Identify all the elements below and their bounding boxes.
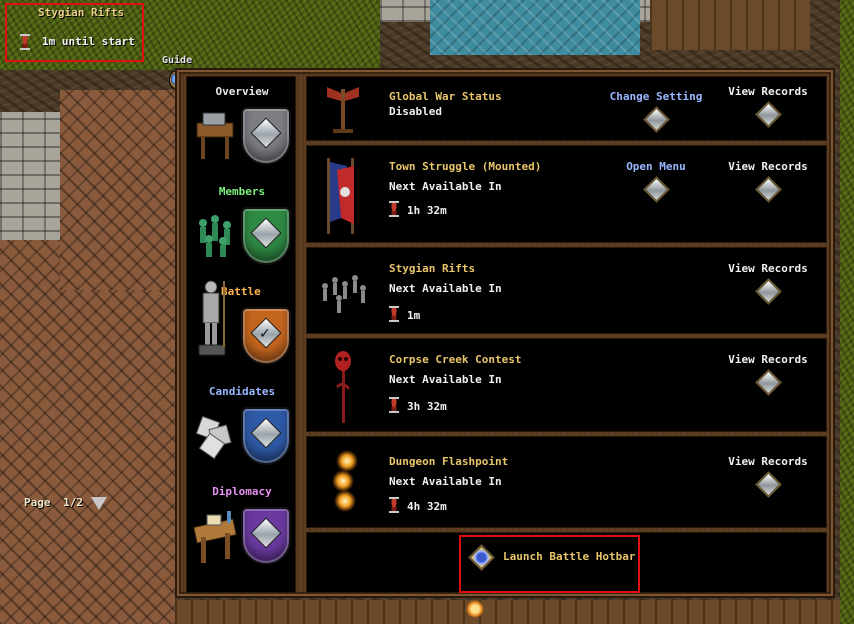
skull-staff-icon xyxy=(317,347,369,427)
diamond-button-icon[interactable] xyxy=(642,176,670,203)
banner-axe-icon xyxy=(317,79,369,139)
launch-battle-hotbar-button[interactable]: Launch Battle Hotbar xyxy=(467,543,635,571)
desk-icon xyxy=(193,105,237,161)
check-icon: ✓ xyxy=(259,326,271,342)
launch-battle-hotbar-label: Launch Battle Hotbar xyxy=(503,550,636,563)
view-records-button[interactable]: View Records xyxy=(713,262,823,305)
diamond-button-icon[interactable] xyxy=(754,101,782,128)
torch-flame-icon xyxy=(466,600,484,618)
sidebar-item-candidates[interactable]: Candidates xyxy=(187,385,297,465)
entry-time: 4h 32m xyxy=(407,500,447,513)
change-setting-label: Change Setting xyxy=(609,90,703,103)
page-value: 1/2 xyxy=(63,496,83,509)
entry-name: Corpse Creek Contest xyxy=(389,353,522,366)
candidates-crest-icon[interactable] xyxy=(241,407,291,465)
guide-label: Guide xyxy=(162,55,193,66)
soldiers-icon xyxy=(317,262,369,318)
list-item: Stygian Rifts Next Available In 1m View … xyxy=(306,247,827,334)
entry-name: Stygian Rifts xyxy=(389,262,476,275)
entry-status: Next Available In xyxy=(389,373,502,386)
sidebar-item-label: Members xyxy=(218,185,266,198)
sidebar-item-label: Candidates xyxy=(208,385,276,398)
blue-gem-icon xyxy=(468,544,495,571)
entry-name: Dungeon Flashpoint xyxy=(389,455,509,468)
armor-stand-icon xyxy=(193,277,237,361)
view-records-label: View Records xyxy=(728,262,808,275)
list-item: Global War Status Disabled Change Settin… xyxy=(306,76,827,141)
view-records-button[interactable]: View Records xyxy=(713,85,823,128)
entry-status: Next Available In xyxy=(389,180,502,193)
view-records-button[interactable]: View Records xyxy=(713,455,823,498)
page-label: Page xyxy=(24,496,51,509)
view-records-label: View Records xyxy=(728,85,808,98)
members-figures-icon xyxy=(193,205,237,261)
sidebar-item-label: Diplomacy xyxy=(212,485,272,498)
entry-time: 1h 32m xyxy=(407,204,447,217)
entry-status: Disabled xyxy=(389,105,442,118)
war-banners-icon xyxy=(317,156,369,236)
candidates-papers-icon xyxy=(193,409,237,465)
diamond-button-icon[interactable] xyxy=(642,106,670,133)
page-indicator: Page 1/2 xyxy=(24,496,83,509)
view-records-button[interactable]: View Records xyxy=(713,353,823,396)
list-item: Corpse Creek Contest Next Available In 3… xyxy=(306,338,827,432)
entry-status: Next Available In xyxy=(389,475,502,488)
status-countdown: 1m until start xyxy=(42,35,135,48)
battle-crest-icon[interactable]: ✓ xyxy=(241,307,291,365)
sidebar-item-label: Overview xyxy=(215,85,269,98)
sidebar-item-overview[interactable]: Overview xyxy=(187,85,297,165)
overview-crest-icon[interactable] xyxy=(241,107,291,165)
sidebar-item-battle[interactable]: Battle ✓ xyxy=(187,280,297,365)
status-event-name: Stygian Rifts xyxy=(38,6,125,19)
hourglass-icon xyxy=(389,306,399,322)
flames-icon xyxy=(317,447,369,519)
diamond-button-icon[interactable] xyxy=(754,471,782,498)
hourglass-icon xyxy=(389,201,399,217)
view-records-button[interactable]: View Records xyxy=(713,160,823,203)
hourglass-icon xyxy=(389,497,399,513)
entry-name: Town Struggle (Mounted) xyxy=(389,160,542,173)
sidebar: Overview Members Battle ✓ Candidates Dip… xyxy=(186,76,296,593)
open-menu-label: Open Menu xyxy=(626,160,686,173)
diplomacy-crest-icon[interactable] xyxy=(241,507,291,565)
hourglass-icon xyxy=(20,34,30,50)
list-item: Town Struggle (Mounted) Next Available I… xyxy=(306,145,827,243)
diamond-button-icon[interactable] xyxy=(754,369,782,396)
view-records-label: View Records xyxy=(728,455,808,468)
members-crest-icon[interactable] xyxy=(241,207,291,265)
open-menu-button[interactable]: Open Menu xyxy=(601,160,711,203)
writing-desk-icon xyxy=(193,503,237,567)
diamond-button-icon[interactable] xyxy=(754,176,782,203)
entry-status: Next Available In xyxy=(389,282,502,295)
diamond-button-icon[interactable] xyxy=(754,278,782,305)
list-item: Dungeon Flashpoint Next Available In 4h … xyxy=(306,436,827,528)
next-page-arrow-icon[interactable] xyxy=(91,497,107,510)
sidebar-item-diplomacy[interactable]: Diplomacy xyxy=(187,485,297,565)
hourglass-icon xyxy=(389,397,399,413)
entry-name: Global War Status xyxy=(389,90,502,103)
view-records-label: View Records xyxy=(728,353,808,366)
sidebar-item-members[interactable]: Members xyxy=(187,185,297,265)
entry-time: 1m xyxy=(407,309,421,322)
battle-list: Global War Status Disabled Change Settin… xyxy=(306,76,827,593)
entry-time: 3h 32m xyxy=(407,400,447,413)
change-setting-button[interactable]: Change Setting xyxy=(601,90,711,133)
view-records-label: View Records xyxy=(728,160,808,173)
